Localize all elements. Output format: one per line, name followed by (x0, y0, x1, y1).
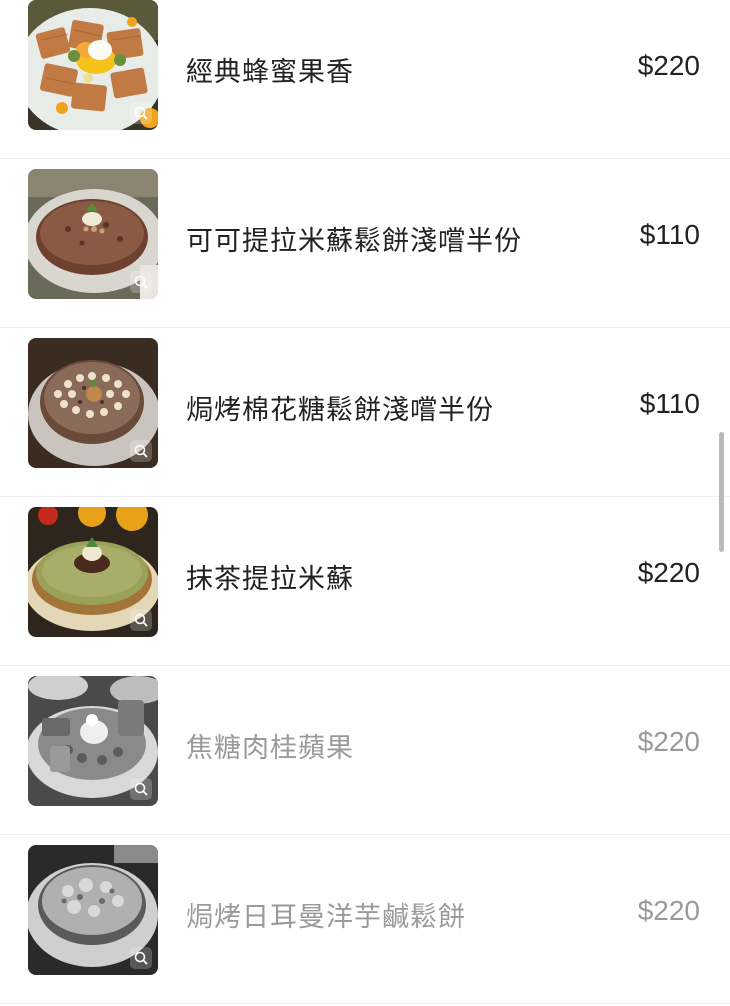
menu-item-honey-fruit[interactable]: 經典蜂蜜果香 $220 (0, 0, 730, 159)
item-price: $220 (637, 50, 700, 81)
item-name: 焗烤日耳曼洋芋鹹鬆餅 (186, 902, 466, 933)
menu-item-caramel-cinnamon-apple[interactable]: 焦糖肉桂蘋果 $220 (0, 666, 730, 835)
zoom-icon[interactable] (130, 778, 152, 800)
item-photo[interactable] (28, 338, 158, 468)
item-photo[interactable] (28, 507, 158, 637)
item-price: $220 (637, 726, 700, 757)
scrollbar-thumb[interactable] (719, 432, 724, 552)
item-price: $110 (639, 219, 700, 250)
zoom-icon[interactable] (130, 271, 152, 293)
menu-item-marshmallow-half[interactable]: 焗烤棉花糖鬆餅淺嚐半份 $110 (0, 328, 730, 497)
menu-item-cocoa-tiramisu-half[interactable]: 可可提拉米蘇鬆餅淺嚐半份 $110 (0, 159, 730, 328)
item-name: 焦糖肉桂蘋果 (186, 733, 354, 764)
zoom-icon[interactable] (130, 947, 152, 969)
menu-item-matcha-tiramisu[interactable]: 抹茶提拉米蘇 $220 (0, 497, 730, 666)
item-photo[interactable] (28, 845, 158, 975)
menu-list: 經典蜂蜜果香 $220 可可提拉米蘇鬆餅淺嚐半份 $110 焗烤棉花糖鬆餅淺嚐半… (0, 0, 730, 1006)
item-photo[interactable] (28, 169, 158, 299)
zoom-icon[interactable] (130, 440, 152, 462)
item-name: 抹茶提拉米蘇 (186, 564, 354, 595)
item-photo[interactable] (28, 676, 158, 806)
zoom-icon[interactable] (130, 102, 152, 124)
item-price: $220 (637, 895, 700, 926)
zoom-icon[interactable] (130, 609, 152, 631)
item-name: 焗烤棉花糖鬆餅淺嚐半份 (186, 395, 494, 426)
item-name: 可可提拉米蘇鬆餅淺嚐半份 (186, 226, 522, 257)
item-photo[interactable] (28, 0, 158, 130)
item-price: $220 (637, 557, 700, 588)
item-name: 經典蜂蜜果香 (186, 57, 354, 88)
item-price: $110 (639, 388, 700, 419)
menu-item-baked-potato-pancake[interactable]: 焗烤日耳曼洋芋鹹鬆餅 $220 (0, 835, 730, 1004)
